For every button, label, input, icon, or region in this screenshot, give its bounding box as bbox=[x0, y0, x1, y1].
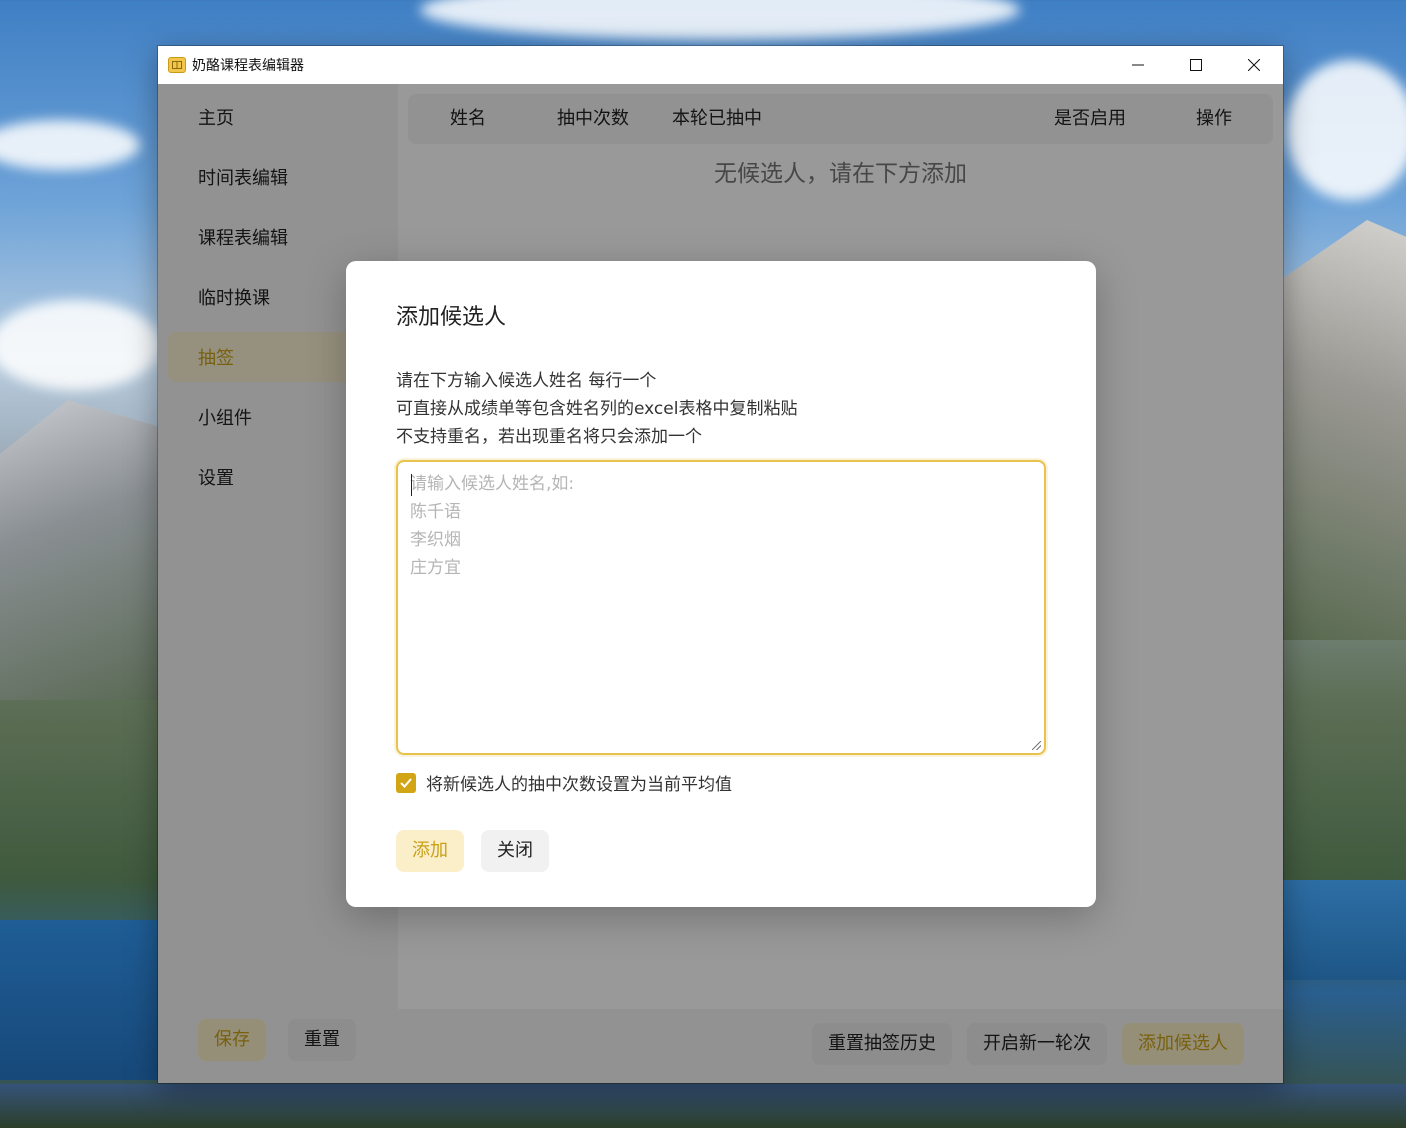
minimize-icon bbox=[1132, 64, 1144, 66]
background-mountain bbox=[0, 400, 170, 700]
average-count-checkbox[interactable] bbox=[396, 772, 416, 793]
dialog-close-button[interactable]: 关闭 bbox=[481, 830, 549, 872]
background-foreground bbox=[0, 1084, 1406, 1128]
candidate-names-textarea[interactable]: 请输入候选人姓名,如: 陈千语 李织烟 庄方宜 bbox=[396, 460, 1046, 755]
dialog-title: 添加候选人 bbox=[396, 305, 507, 330]
background-lake bbox=[0, 920, 170, 1080]
dialog-description-line: 不支持重名，若出现重名将只会添加一个 bbox=[396, 427, 702, 447]
background-lake bbox=[1276, 880, 1406, 980]
maximize-icon bbox=[1190, 59, 1202, 71]
dialog-description: 请在下方输入候选人姓名 每行一个 可直接从成绩单等包含姓名列的excel表格中复… bbox=[396, 367, 797, 451]
background-cloud bbox=[1286, 60, 1406, 200]
background-cloud bbox=[0, 120, 140, 170]
text-caret bbox=[411, 474, 412, 496]
close-button[interactable] bbox=[1225, 46, 1283, 84]
app-icon bbox=[168, 57, 186, 73]
textarea-placeholder: 请输入候选人姓名,如: 陈千语 李织烟 庄方宜 bbox=[410, 474, 575, 578]
dialog-add-button[interactable]: 添加 bbox=[396, 830, 464, 872]
checkbox-label: 将新候选人的抽中次数设置为当前平均值 bbox=[426, 775, 732, 795]
background-mountain bbox=[1276, 220, 1406, 640]
background-cloud bbox=[0, 300, 160, 390]
add-candidate-dialog: 添加候选人 请在下方输入候选人姓名 每行一个 可直接从成绩单等包含姓名列的exc… bbox=[346, 261, 1096, 907]
close-icon bbox=[1248, 59, 1260, 71]
dialog-description-line: 可直接从成绩单等包含姓名列的excel表格中复制粘贴 bbox=[396, 399, 798, 419]
background-cloud bbox=[420, 0, 1020, 40]
average-count-checkbox-row[interactable]: 将新候选人的抽中次数设置为当前平均值 bbox=[396, 770, 732, 795]
dialog-description-line: 请在下方输入候选人姓名 每行一个 bbox=[396, 371, 657, 391]
maximize-button[interactable] bbox=[1167, 46, 1225, 84]
window-controls bbox=[1109, 46, 1283, 84]
resize-handle-icon[interactable] bbox=[1032, 741, 1041, 750]
window-title: 奶酪课程表编辑器 bbox=[192, 58, 304, 74]
minimize-button[interactable] bbox=[1109, 46, 1167, 84]
checkmark-icon bbox=[400, 777, 412, 788]
title-bar[interactable]: 奶酪课程表编辑器 bbox=[158, 46, 1283, 84]
